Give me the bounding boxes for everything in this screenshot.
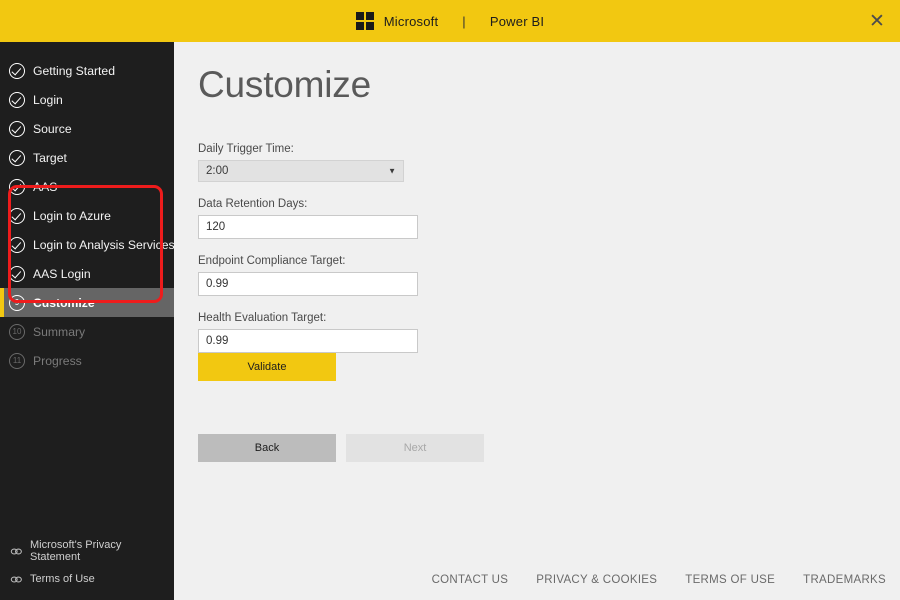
number-circle-icon: 10 [9,323,25,340]
field-endpoint-compliance-target: Endpoint Compliance Target: [198,255,418,296]
check-circle-icon [9,149,25,166]
sidebar-item-aas[interactable]: AAS [0,172,174,201]
terms-of-use-label: Terms of Use [30,573,95,585]
sidebar-item-label: Getting Started [33,63,115,78]
sidebar-item-label: Login to Azure [33,208,111,223]
endpoint-compliance-target-label: Endpoint Compliance Target: [198,255,346,267]
footer-link-contact-us[interactable]: CONTACT US [432,574,509,586]
sidebar-item-progress: 11 Progress [0,346,174,375]
footer-link-privacy-cookies[interactable]: PRIVACY & COOKIES [536,574,657,586]
data-retention-days-label: Data Retention Days: [198,198,308,210]
next-button: Next [346,434,484,462]
daily-trigger-time-label: Daily Trigger Time: [198,143,294,155]
endpoint-compliance-target-input[interactable] [198,272,418,296]
footer-link-trademarks[interactable]: TRADEMARKS [803,574,886,586]
sidebar-item-label: Login [33,92,63,107]
sidebar-item-label: AAS [33,179,58,194]
footer-link-terms-of-use[interactable]: TERMS OF USE [685,574,775,586]
privacy-statement-link[interactable]: Microsoft's Privacy Statement [0,534,174,568]
sidebar-item-customize[interactable]: 9 Customize [0,288,174,317]
sidebar-item-label: Customize [33,295,95,310]
brand-product-label: Power BI [489,13,545,29]
sidebar-item-label: Target [33,150,67,165]
brand-separator: | [462,13,466,29]
sidebar: Getting Started Login Source Target AAS … [0,42,175,600]
check-circle-icon [9,120,25,137]
page-title: Customize [198,64,371,105]
brand-company-label: Microsoft [383,13,439,29]
privacy-statement-label: Microsoft's Privacy Statement [30,539,122,563]
terms-of-use-link[interactable]: Terms of Use [0,568,174,590]
sidebar-item-label: Summary [33,324,86,339]
check-circle-icon [9,265,25,282]
sidebar-item-login-to-azure[interactable]: Login to Azure [0,201,174,230]
microsoft-grid-icon [355,12,374,30]
check-circle-icon [9,236,25,253]
number-circle-icon: 11 [9,352,25,369]
customize-form: Daily Trigger Time: 2:00 ▼ Data Retentio… [198,143,418,369]
title-bar: Microsoft | Power BI ✕ [0,0,900,42]
footer-links: CONTACT US PRIVACY & COOKIES TERMS OF US… [432,574,886,586]
data-retention-days-input[interactable] [198,215,418,239]
back-button[interactable]: Back [198,434,336,462]
chevron-down-icon: ▼ [388,166,396,176]
sidebar-item-label: Progress [33,353,82,368]
sidebar-item-login-to-analysis-services[interactable]: Login to Analysis Services [0,230,175,259]
check-circle-icon [9,62,25,79]
sidebar-item-label: Login to Analysis Services [33,237,175,252]
check-circle-icon [9,207,25,224]
sidebar-item-label: AAS Login [33,266,91,281]
check-circle-icon [9,178,25,195]
field-data-retention-days: Data Retention Days: [198,198,418,239]
sidebar-item-getting-started[interactable]: Getting Started [0,56,174,85]
sidebar-nav: Getting Started Login Source Target AAS … [0,42,175,375]
brand-group: Microsoft | Power BI [355,12,545,30]
number-circle-icon: 9 [9,294,25,311]
health-evaluation-target-input[interactable] [198,329,418,353]
close-icon[interactable]: ✕ [854,0,900,42]
daily-trigger-time-select[interactable]: 2:00 ▼ [198,160,404,182]
sidebar-item-target[interactable]: Target [0,143,174,172]
sidebar-item-aas-login[interactable]: AAS Login [0,259,174,288]
sidebar-footer-links: Microsoft's Privacy Statement Terms of U… [0,534,174,590]
sidebar-item-summary: 10 Summary [0,317,174,346]
sidebar-item-label: Source [33,121,72,136]
main-content: Customize Daily Trigger Time: 2:00 ▼ Dat… [174,42,900,600]
field-health-evaluation-target: Health Evaluation Target: [198,312,418,353]
link-icon [10,548,22,554]
field-daily-trigger-time: Daily Trigger Time: 2:00 ▼ [198,143,418,182]
sidebar-item-source[interactable]: Source [0,114,174,143]
health-evaluation-target-label: Health Evaluation Target: [198,312,327,324]
daily-trigger-time-value: 2:00 [206,165,229,177]
check-circle-icon [9,91,25,108]
link-icon [10,576,22,582]
sidebar-item-login[interactable]: Login [0,85,174,114]
validate-button[interactable]: Validate [198,353,336,381]
